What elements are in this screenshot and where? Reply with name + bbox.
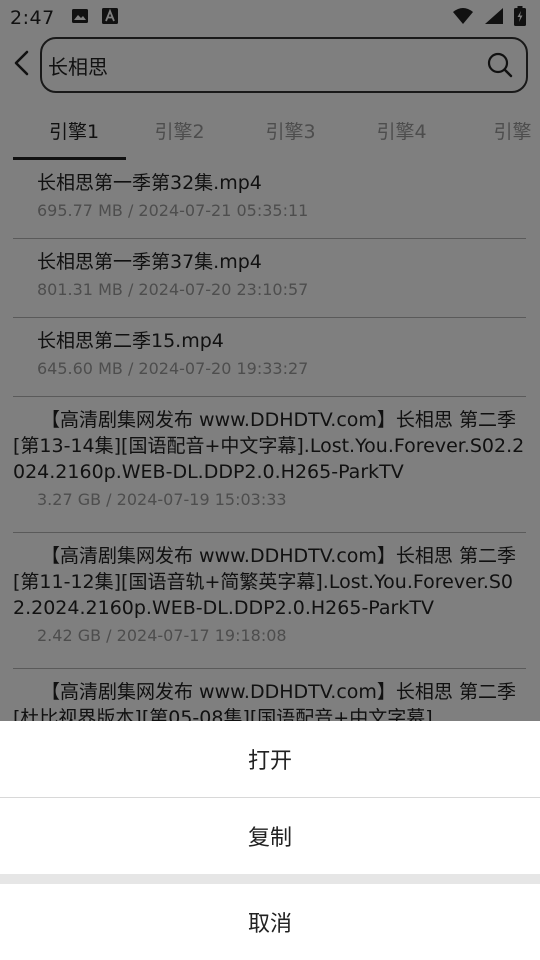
copy-button[interactable]: 复制 — [0, 798, 540, 874]
action-sheet: 打开 复制 取消 — [0, 721, 540, 960]
cancel-button[interactable]: 取消 — [0, 884, 540, 959]
divider — [0, 874, 540, 884]
open-button[interactable]: 打开 — [0, 721, 540, 797]
